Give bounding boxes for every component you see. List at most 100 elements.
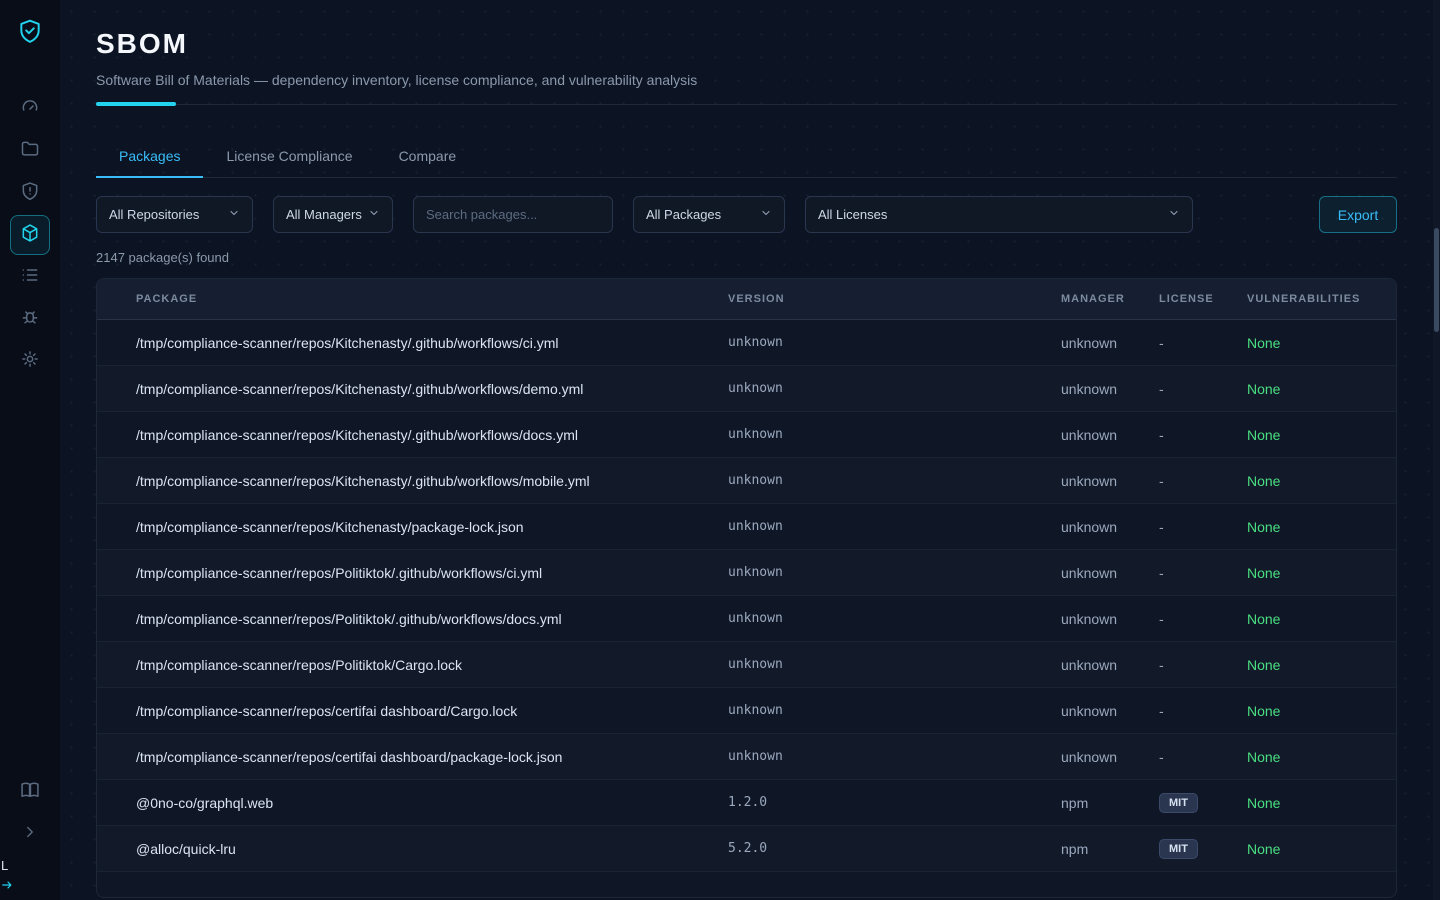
- package-manager: unknown: [1061, 703, 1159, 719]
- table-row[interactable]: /tmp/compliance-scanner/repos/Kitchenast…: [97, 320, 1396, 366]
- table-row[interactable]: /tmp/compliance-scanner/repos/certifai d…: [97, 688, 1396, 734]
- vulnerability-status: None: [1247, 565, 1372, 581]
- header-accent-bar: [96, 102, 176, 106]
- sidebar: [0, 0, 60, 900]
- package-manager: unknown: [1061, 381, 1159, 397]
- package-license: MIT: [1159, 793, 1247, 813]
- corner-label: L: [1, 858, 8, 873]
- chevron-down-icon: [1168, 207, 1180, 222]
- sidebar-collapse-toggle[interactable]: [10, 814, 50, 854]
- vulnerability-status: None: [1247, 473, 1372, 489]
- header-divider: [96, 104, 1397, 105]
- package-version: unknown: [728, 565, 1061, 580]
- tab-packages[interactable]: Packages: [96, 135, 203, 177]
- gear-icon: [20, 349, 40, 374]
- table-row[interactable]: /tmp/compliance-scanner/repos/Kitchenast…: [97, 458, 1396, 504]
- managers-select[interactable]: All Managers: [273, 196, 393, 233]
- table-row[interactable]: /tmp/compliance-scanner/repos/Kitchenast…: [97, 366, 1396, 412]
- scrollbar-track[interactable]: [1433, 0, 1440, 900]
- table-row[interactable]: /tmp/compliance-scanner/repos/Politiktok…: [97, 596, 1396, 642]
- packages-select[interactable]: All Packages: [633, 196, 785, 233]
- page-subtitle: Software Bill of Materials — dependency …: [96, 72, 1397, 88]
- table-row[interactable]: /tmp/compliance-scanner/repos/Kitchenast…: [97, 412, 1396, 458]
- tab-compare[interactable]: Compare: [376, 135, 480, 177]
- folder-icon: [20, 139, 40, 164]
- package-path: /tmp/compliance-scanner/repos/Kitchenast…: [136, 519, 728, 535]
- package-manager: unknown: [1061, 657, 1159, 673]
- chevron-down-icon: [368, 207, 380, 222]
- package-license: MIT: [1159, 839, 1247, 859]
- table-row[interactable]: /tmp/compliance-scanner/repos/Kitchenast…: [97, 504, 1396, 550]
- results-count: 2147 package(s) found: [96, 250, 1397, 265]
- package-version: unknown: [728, 335, 1061, 350]
- vulnerability-status: None: [1247, 611, 1372, 627]
- package-version: 1.2.0: [728, 795, 1061, 810]
- licenses-select[interactable]: All Licenses: [805, 196, 1193, 233]
- sidebar-item-settings[interactable]: [10, 341, 50, 381]
- list-icon: [20, 265, 40, 290]
- package-manager: npm: [1061, 841, 1159, 857]
- package-path: /tmp/compliance-scanner/repos/Politiktok…: [136, 611, 728, 627]
- package-license: -: [1159, 519, 1247, 535]
- package-version: unknown: [728, 381, 1061, 396]
- chevron-down-icon: [228, 207, 240, 222]
- main-content: SBOM Software Bill of Materials — depend…: [60, 0, 1440, 900]
- package-version: unknown: [728, 473, 1061, 488]
- table-row[interactable]: @alloc/quick-lru5.2.0npmMIT None: [97, 826, 1396, 872]
- package-license: -: [1159, 565, 1247, 581]
- repositories-select[interactable]: All Repositories: [96, 196, 253, 233]
- package-license: -: [1159, 749, 1247, 765]
- column-header-vulnerabilities: VULNERABILITIES: [1247, 293, 1372, 305]
- logout-arrow-icon[interactable]: [0, 878, 16, 897]
- tab-label: License Compliance: [226, 148, 352, 164]
- export-button[interactable]: Export: [1319, 196, 1397, 233]
- table-row[interactable]: /tmp/compliance-scanner/repos/Politiktok…: [97, 642, 1396, 688]
- package-license: -: [1159, 611, 1247, 627]
- shield-logo-icon: [17, 31, 43, 48]
- package-path: @alloc/quick-lru: [136, 841, 728, 857]
- vulnerability-status: None: [1247, 427, 1372, 443]
- package-manager: unknown: [1061, 473, 1159, 489]
- package-manager: unknown: [1061, 519, 1159, 535]
- sidebar-item-dashboard[interactable]: [10, 89, 50, 129]
- tab-label: Compare: [399, 148, 457, 164]
- filter-bar: All Repositories All Managers All Packag…: [96, 196, 1397, 233]
- sidebar-item-issues[interactable]: [10, 299, 50, 339]
- package-license: -: [1159, 335, 1247, 351]
- app-logo[interactable]: [17, 18, 43, 49]
- vulnerability-status: None: [1247, 841, 1372, 857]
- column-header-version: VERSION: [728, 293, 1061, 305]
- table-row[interactable]: /tmp/compliance-scanner/repos/Politiktok…: [97, 550, 1396, 596]
- package-path: /tmp/compliance-scanner/repos/Politiktok…: [136, 565, 728, 581]
- sidebar-item-sbom[interactable]: [10, 215, 50, 255]
- package-path: /tmp/compliance-scanner/repos/Kitchenast…: [136, 427, 728, 443]
- tab-label: Packages: [119, 148, 180, 164]
- package-version: unknown: [728, 611, 1061, 626]
- table-row[interactable]: @0no-co/graphql.web1.2.0npmMITNone: [97, 780, 1396, 826]
- package-version: unknown: [728, 427, 1061, 442]
- tab-license-compliance[interactable]: License Compliance: [203, 135, 375, 177]
- sidebar-item-security[interactable]: [10, 173, 50, 213]
- scrollbar-thumb[interactable]: [1434, 228, 1439, 332]
- vulnerability-status: None: [1247, 381, 1372, 397]
- licenses-select-value: All Licenses: [818, 207, 887, 222]
- sidebar-item-docs[interactable]: [10, 772, 50, 812]
- license-badge: MIT: [1159, 839, 1198, 859]
- chevron-right-icon: [21, 823, 39, 846]
- package-manager: npm: [1061, 795, 1159, 811]
- package-license: -: [1159, 427, 1247, 443]
- column-header-manager: MANAGER: [1061, 293, 1159, 305]
- vulnerability-status: None: [1247, 657, 1372, 673]
- vulnerability-status: None: [1247, 795, 1372, 811]
- sidebar-item-repositories[interactable]: [10, 131, 50, 171]
- book-icon: [20, 780, 40, 805]
- package-manager: unknown: [1061, 611, 1159, 627]
- package-path: /tmp/compliance-scanner/repos/certifai d…: [136, 749, 728, 765]
- table-row[interactable]: /tmp/compliance-scanner/repos/certifai d…: [97, 734, 1396, 780]
- sidebar-item-inventory[interactable]: [10, 257, 50, 297]
- search-input[interactable]: [413, 196, 613, 233]
- package-manager: unknown: [1061, 749, 1159, 765]
- package-version: 5.2.0: [728, 841, 1061, 856]
- package-license: -: [1159, 703, 1247, 719]
- repositories-select-value: All Repositories: [109, 207, 199, 222]
